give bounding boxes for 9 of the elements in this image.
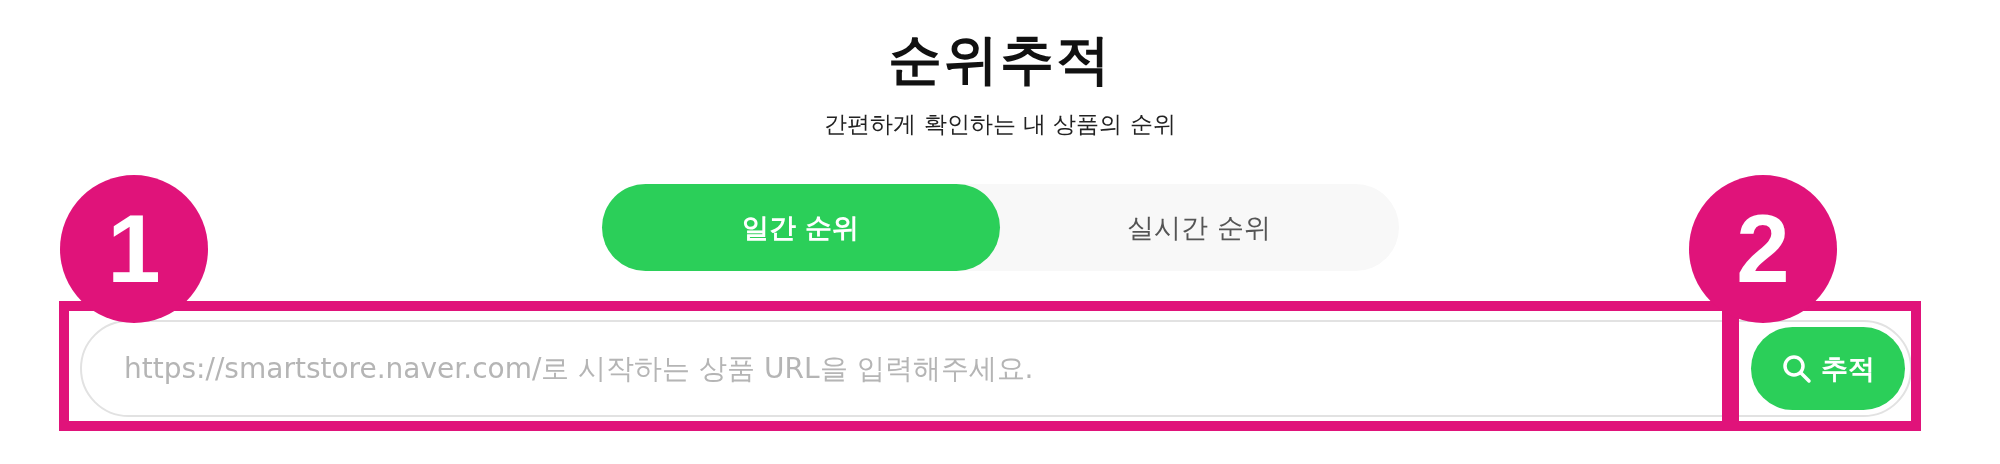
track-button[interactable]: 추적 xyxy=(1751,327,1905,410)
url-input-field[interactable]: https://smartstore.naver.com/로 시작하는 상품 URL을 입력해주세요. 추적 xyxy=(80,320,1912,417)
step-number-badge: 1 xyxy=(60,175,208,323)
tab[interactable]: 일간 순위 xyxy=(601,184,1000,271)
step-number-badge: 2 xyxy=(1689,175,1837,323)
subtitle: 간편하게 확인하는 내 상품의 순위 xyxy=(824,110,1176,139)
page-title: 순위추적 xyxy=(888,28,1112,92)
search-icon xyxy=(1781,352,1813,385)
tab[interactable]: 실시간 순위 xyxy=(1000,184,1399,271)
